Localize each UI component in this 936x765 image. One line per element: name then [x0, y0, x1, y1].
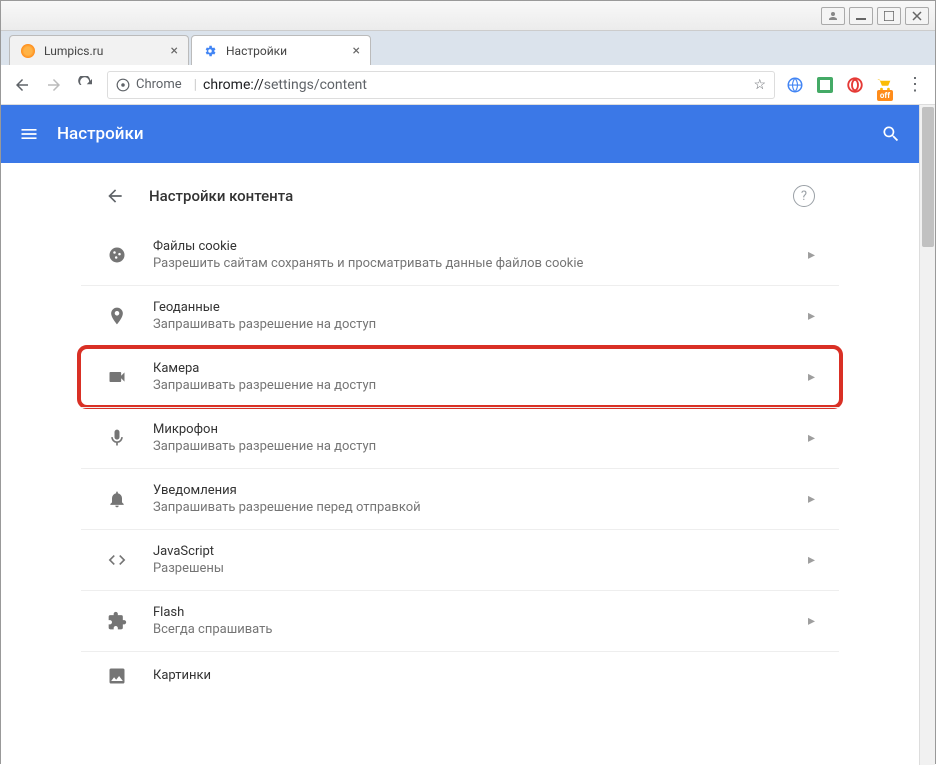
maximize-button[interactable]	[877, 7, 901, 25]
url-divider: |	[194, 77, 197, 93]
item-subtitle: Всегда спрашивать	[153, 622, 808, 637]
hamburger-icon[interactable]	[19, 124, 39, 144]
code-icon	[105, 550, 129, 570]
card-header: Настройки контента ?	[81, 167, 839, 225]
item-subtitle: Запрашивать разрешение на доступ	[153, 378, 808, 393]
tab-strip: Lumpics.ru × Настройки ×	[1, 31, 935, 65]
chevron-right-icon: ▸	[808, 613, 815, 629]
settings-item-location[interactable]: Геоданные Запрашивать разрешение на дост…	[81, 285, 839, 346]
address-extensions: off ⋮	[785, 75, 925, 95]
image-icon	[105, 666, 129, 686]
chevron-right-icon: ▸	[808, 247, 815, 263]
reload-button[interactable]	[75, 74, 97, 96]
item-title: Геоданные	[153, 300, 808, 315]
minimize-button[interactable]	[849, 7, 873, 25]
tab-label: Настройки	[226, 44, 287, 58]
back-button[interactable]	[11, 74, 33, 96]
gear-favicon-icon	[202, 43, 218, 59]
settings-title: Настройки	[57, 124, 144, 144]
settings-item-flash[interactable]: Flash Всегда спрашивать ▸	[81, 590, 839, 651]
settings-item-images[interactable]: Картинки	[81, 651, 839, 692]
content-settings-card: Настройки контента ? Файлы cookie Разреш…	[81, 167, 839, 692]
settings-item-cookies[interactable]: Файлы cookie Разрешить сайтам сохранять …	[81, 225, 839, 285]
item-title: Камера	[153, 361, 808, 376]
chevron-right-icon: ▸	[808, 430, 815, 446]
camera-icon	[105, 367, 129, 387]
square-extension-icon[interactable]	[815, 75, 835, 95]
settings-item-microphone[interactable]: Микрофон Запрашивать разрешение на досту…	[81, 407, 839, 468]
item-subtitle: Разрешены	[153, 561, 808, 576]
chrome-menu-icon[interactable]: ⋮	[905, 75, 925, 95]
mic-icon	[105, 428, 129, 448]
puzzle-icon	[105, 611, 129, 631]
chevron-right-icon: ▸	[808, 491, 815, 507]
chevron-right-icon: ▸	[808, 552, 815, 568]
close-tab-icon[interactable]: ×	[171, 43, 178, 59]
tab-settings[interactable]: Настройки ×	[191, 35, 371, 65]
item-title: Картинки	[153, 668, 815, 683]
close-window-button[interactable]	[905, 7, 929, 25]
extension-off-badge: off	[877, 90, 893, 101]
star-icon[interactable]: ☆	[753, 77, 766, 93]
item-title: Уведомления	[153, 483, 808, 498]
url-box[interactable]: Chrome | chrome://settings/content ☆	[107, 71, 775, 99]
settings-item-camera[interactable]: Камера Запрашивать разрешение на доступ …	[81, 346, 839, 407]
viewport: Настройки Настройки контента ?	[1, 105, 935, 765]
tab-label: Lumpics.ru	[44, 44, 103, 58]
card-title: Настройки контента	[149, 187, 793, 205]
location-icon	[105, 306, 129, 326]
forward-button[interactable]	[43, 74, 65, 96]
item-subtitle: Запрашивать разрешение перед отправкой	[153, 500, 808, 515]
chevron-right-icon: ▸	[808, 369, 815, 385]
settings-list: Файлы cookie Разрешить сайтам сохранять …	[81, 225, 839, 692]
globe-extension-icon[interactable]	[785, 75, 805, 95]
bell-icon	[105, 489, 129, 509]
chevron-right-icon: ▸	[808, 308, 815, 324]
vertical-scrollbar[interactable]	[919, 105, 935, 765]
user-icon-button[interactable]	[821, 7, 845, 25]
help-icon[interactable]: ?	[793, 185, 815, 207]
address-bar: Chrome | chrome://settings/content ☆ off…	[1, 65, 935, 105]
settings-item-javascript[interactable]: JavaScript Разрешены ▸	[81, 529, 839, 590]
item-title: Файлы cookie	[153, 239, 808, 254]
settings-item-notifications[interactable]: Уведомления Запрашивать разрешение перед…	[81, 468, 839, 529]
url-path: settings/content	[264, 77, 367, 93]
tab-lumpics[interactable]: Lumpics.ru ×	[9, 35, 189, 65]
item-subtitle: Запрашивать разрешение на доступ	[153, 317, 808, 332]
back-arrow-icon[interactable]	[105, 186, 125, 206]
item-title: Микрофон	[153, 422, 808, 437]
item-subtitle: Запрашивать разрешение на доступ	[153, 439, 808, 454]
url-host: chrome://	[203, 77, 264, 93]
search-icon[interactable]	[881, 124, 901, 144]
item-subtitle: Разрешить сайтам сохранять и просматрива…	[153, 256, 808, 271]
window-titlebar	[1, 1, 935, 31]
scrollbar-thumb[interactable]	[922, 107, 934, 247]
opera-extension-icon[interactable]	[845, 75, 865, 95]
url-scheme-label: Chrome	[136, 77, 182, 92]
close-tab-icon[interactable]: ×	[353, 43, 360, 59]
cart-extension-icon[interactable]: off	[875, 75, 895, 95]
cookie-icon	[105, 245, 129, 265]
item-title: JavaScript	[153, 544, 808, 559]
page-content: Настройки Настройки контента ?	[1, 105, 919, 765]
item-title: Flash	[153, 605, 808, 620]
orange-favicon-icon	[20, 43, 36, 59]
settings-header: Настройки	[1, 105, 919, 163]
